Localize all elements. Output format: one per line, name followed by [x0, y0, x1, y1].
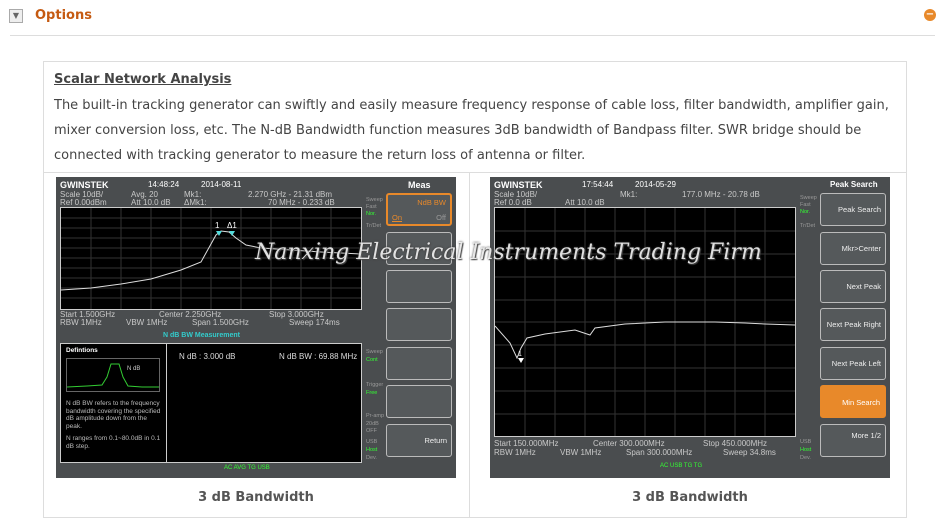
- left-caption: 3 dB Bandwidth: [198, 490, 314, 505]
- side-indicator: Sweep: [366, 349, 383, 355]
- softkey-next-peak-right[interactable]: Next Peak Right: [820, 308, 886, 341]
- att: Att 10.0 dB: [565, 198, 605, 207]
- column-divider: [469, 172, 470, 518]
- center-freq: Center 300.000MHz: [593, 439, 665, 448]
- softkey-3[interactable]: [386, 270, 452, 303]
- section-description: The built-in tracking generator can swif…: [54, 98, 889, 163]
- sweep: Sweep 174ms: [289, 318, 340, 327]
- softkey-5[interactable]: [386, 347, 452, 380]
- side-indicator: Sweep: [800, 195, 817, 201]
- marker-1: [518, 358, 524, 363]
- menu-title: Peak Search: [830, 180, 878, 189]
- side-indicator: Trigger: [366, 382, 384, 388]
- right-caption: 3 dB Bandwidth: [632, 490, 748, 505]
- section-title: Scalar Network Analysis: [54, 72, 232, 87]
- side-indicator: Tr/Det: [800, 223, 816, 229]
- menu-title: Meas: [408, 180, 431, 190]
- span: Span 1.500GHz: [192, 318, 249, 327]
- ndb-bw-value: N dB BW : 69.88 MHz: [279, 352, 358, 361]
- marker-1: [216, 231, 222, 236]
- softkey-6[interactable]: [386, 385, 452, 418]
- dmk1-value: 70 MHz - 0.233 dB: [268, 198, 335, 207]
- brand-logo: GWINSTEK: [494, 180, 543, 190]
- side-indicator: USB: [800, 439, 812, 445]
- definitions-title: Defintions: [66, 347, 98, 354]
- softkey-more[interactable]: More 1/2: [820, 424, 886, 457]
- definitions-panel: Defintions N dB N dB BW refers to the fr…: [61, 344, 167, 462]
- left-analyzer-screenshot: GWINSTEK 14:48:24 2014-08-11 Scale 10dB/…: [56, 177, 456, 478]
- marker-delta1: [229, 231, 235, 236]
- side-indicator: Dev.: [366, 455, 377, 461]
- ref: Ref 0.0 dB: [494, 198, 532, 207]
- side-indicator: Cont: [366, 357, 378, 363]
- options-header[interactable]: ▼ Options −: [0, 0, 941, 34]
- side-indicator: USB: [366, 439, 378, 445]
- marker-delta1-label: Δ1: [227, 221, 237, 230]
- span: Span 300.000MHz: [626, 448, 693, 457]
- softkey-mkr-center[interactable]: Mkr>Center: [820, 232, 886, 265]
- definition-diagram: N dB: [66, 358, 161, 392]
- divider: [10, 35, 935, 36]
- side-indicator: Dev.: [800, 455, 811, 461]
- ref: Ref 0.00dBm: [60, 198, 107, 207]
- ndb-value: N dB : 3.000 dB: [179, 352, 236, 361]
- brand-logo: GWINSTEK: [60, 180, 109, 190]
- marker-1-label: 1: [518, 351, 522, 358]
- marker-1-label: 1: [215, 221, 220, 230]
- side-indicator: Host: [366, 447, 378, 453]
- side-indicator: Nor.: [800, 209, 811, 215]
- table-divider: [43, 172, 907, 173]
- softkey-peak-search[interactable]: Peak Search: [820, 193, 886, 226]
- softkey-ndb-bw[interactable]: NdB BW On Off: [386, 193, 452, 226]
- mk1-label: Mk1:: [620, 190, 638, 199]
- rbw: RBW 1MHz: [494, 448, 536, 457]
- sweep: Sweep 34.8ms: [723, 448, 776, 457]
- measurement-title: N dB BW Measurement: [163, 332, 241, 339]
- svg-text:N dB: N dB: [127, 366, 140, 372]
- side-indicator: Pr-amp: [366, 413, 385, 419]
- side-indicator: 20dB: [366, 421, 379, 427]
- date: 2014-05-29: [635, 180, 676, 189]
- side-indicator: OFF: [366, 428, 377, 434]
- right-analyzer-screenshot: GWINSTEK 17:54:44 2014-05-29 Scale 10dB/…: [490, 177, 890, 478]
- side-indicator: Sweep: [366, 197, 383, 203]
- side-indicator: Host: [800, 447, 812, 453]
- att: Att 10.0 dB: [131, 198, 171, 207]
- vbw: VBW 1MHz: [126, 318, 168, 327]
- softkey-next-peak-left[interactable]: Next Peak Left: [820, 347, 886, 380]
- start-freq: Start 150.000MHz: [494, 439, 559, 448]
- measurement-panel: Defintions N dB N dB BW refers to the fr…: [60, 343, 362, 463]
- side-indicator: Tr/Det: [366, 223, 382, 229]
- definition-range-text: N ranges from 0.1~80.0dB in 0.1 dB step.: [66, 435, 161, 450]
- date: 2014-08-11: [201, 180, 242, 189]
- minus-circle-icon[interactable]: −: [924, 9, 936, 21]
- side-indicator: Free: [366, 390, 378, 396]
- softkey-return[interactable]: Return: [386, 424, 452, 457]
- time: 14:48:24: [148, 180, 180, 189]
- chevron-down-icon[interactable]: ▼: [9, 9, 23, 23]
- options-title: Options: [35, 8, 92, 23]
- softkey-4[interactable]: [386, 308, 452, 341]
- rbw: RBW 1MHz: [60, 318, 102, 327]
- vbw: VBW 1MHz: [560, 448, 602, 457]
- time: 17:54:44: [582, 180, 614, 189]
- softkey-min-search[interactable]: Min Search: [820, 385, 886, 418]
- side-indicator: Fast: [800, 202, 811, 208]
- side-indicator: Nor.: [366, 211, 377, 217]
- definition-text: N dB BW refers to the frequency bandwidt…: [66, 400, 161, 430]
- watermark: Nanxing Electrical Instruments Trading F…: [255, 240, 762, 265]
- softkey-next-peak[interactable]: Next Peak: [820, 270, 886, 303]
- status-bar: AC AVG TG USB: [224, 465, 270, 471]
- mk1-value: 177.0 MHz - 20.78 dB: [682, 190, 760, 199]
- status-bar: AC USB TG TG: [660, 463, 703, 469]
- dmk1-label: ΔMk1:: [184, 198, 207, 207]
- side-indicator: Fast: [366, 204, 377, 210]
- stop-freq: Stop 450.000MHz: [703, 439, 768, 448]
